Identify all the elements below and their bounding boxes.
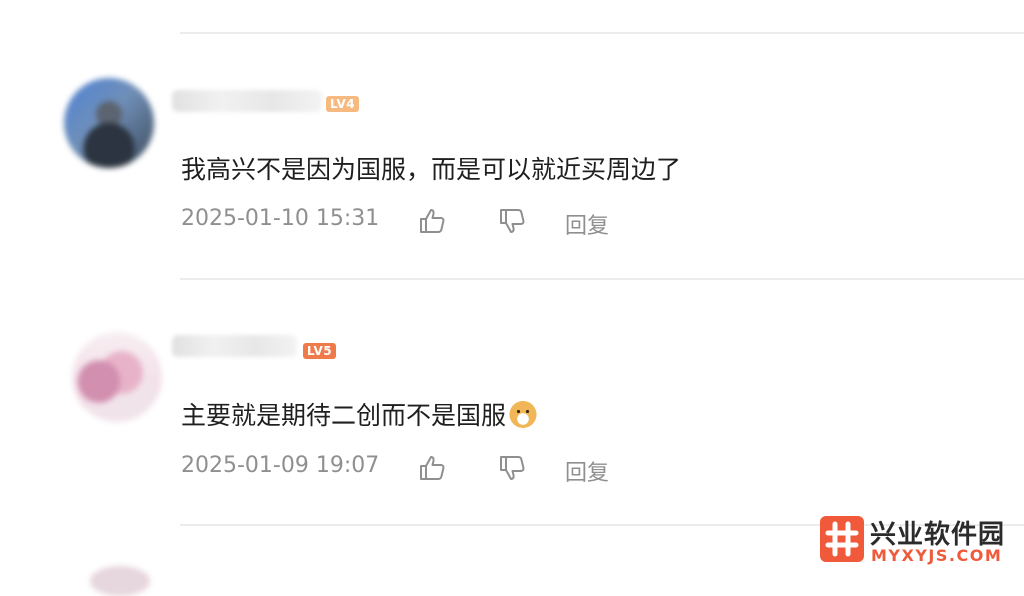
level-badge: LV5: [303, 343, 337, 359]
hash-logo-icon: [820, 516, 864, 562]
timestamp: 2025-01-10 15:31: [181, 206, 380, 231]
divider: [180, 278, 1024, 280]
doge-emoji: [508, 398, 539, 428]
divider-top: [180, 32, 1024, 34]
username-blurred[interactable]: [172, 90, 322, 112]
watermark: 兴业软件园 MYXYJS.COM: [808, 510, 1024, 574]
avatar[interactable]: [72, 332, 162, 422]
thumbs-up-icon[interactable]: [417, 453, 447, 483]
thumbs-down-icon[interactable]: [497, 206, 527, 236]
comment-body: 主要就是期待二创而不是国服: [181, 396, 539, 432]
thumbs-down-icon[interactable]: [497, 453, 527, 483]
timestamp: 2025-01-09 19:07: [181, 453, 380, 478]
watermark-url: MYXYJS.COM: [871, 546, 1003, 565]
comment-text: 我高兴不是因为国服，而是可以就近买周边了: [181, 155, 682, 184]
reply-button[interactable]: 回复: [565, 208, 609, 240]
reply-button[interactable]: 回复: [565, 455, 609, 487]
level-badge: LV4: [326, 96, 360, 112]
comment-text: 主要就是期待二创而不是国服: [181, 401, 507, 430]
avatar[interactable]: [90, 566, 150, 596]
thumbs-up-icon[interactable]: [417, 206, 447, 236]
avatar[interactable]: [64, 78, 154, 168]
username-blurred[interactable]: [172, 335, 297, 357]
